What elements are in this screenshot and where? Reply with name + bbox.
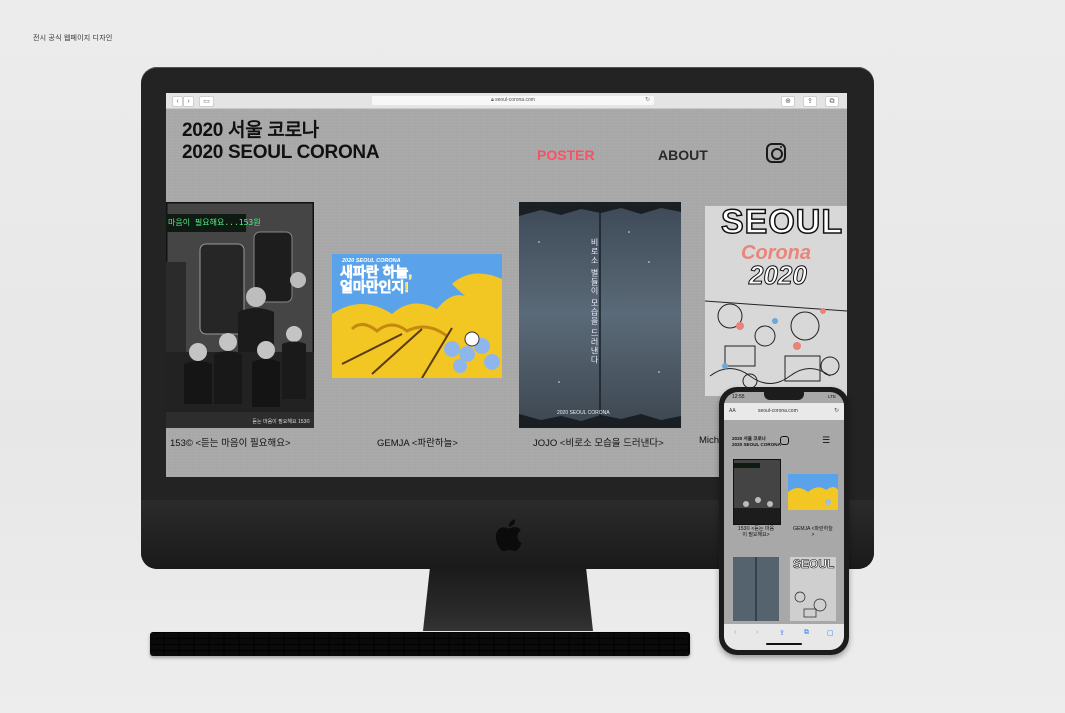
mobile-address-bar[interactable]: AA seoul-corona.com ↻	[724, 403, 844, 420]
site-title[interactable]: 2020 서울 코로나 2020 SEOUL CORONA	[182, 120, 380, 164]
mobile-poster-mich-logo: SEOUL	[793, 557, 835, 571]
poster-mich-logo-1: SEOUL	[720, 206, 844, 242]
poster-153-footer: 듣는 마음이 필요해요 153©	[252, 419, 310, 425]
mobile-poster-jojo[interactable]	[733, 557, 779, 621]
page-caption: 전시 공식 웹페이지 디자인	[33, 35, 113, 42]
poster-caption-jojo[interactable]: JOJO <비로소 모습을 드러낸다>	[533, 435, 664, 449]
mobile-instagram-icon[interactable]	[780, 436, 789, 445]
mobile-bottom-toolbar: ‹ › ⇪ ⧉ ▢	[724, 624, 844, 650]
share-icon[interactable]: ⇪	[803, 96, 817, 107]
address-bar[interactable]: 🔒︎ seoul-corona.com ↻	[372, 96, 654, 105]
poster-mich[interactable]: SEOUL Corona 2020	[705, 206, 847, 396]
reader-aa-button[interactable]: AA	[729, 408, 736, 414]
mobile-poster-mich[interactable]: SEOUL	[790, 557, 836, 621]
poster-gemja-headline: 새파란 하늘, 얼마만인지!	[340, 264, 413, 295]
mobile-poster-gemja[interactable]	[788, 474, 838, 510]
mobile-title-en: 2020 SEOUL CORONA	[732, 442, 781, 447]
poster-mich-logo-3: 2020	[749, 260, 808, 291]
poster-jojo-art	[519, 202, 681, 428]
mobile-caption-153[interactable]: 153© <듣는 마음 이 필요해요>	[730, 526, 782, 538]
iphone-notch	[764, 392, 804, 400]
sidebar-toggle-icon[interactable]: ▭	[199, 96, 214, 107]
poster-153[interactable]: 마음이 필요해요...153원 듣는 마음이 필요해요 153©	[166, 202, 314, 428]
mobile-bookmarks-icon[interactable]: ⧉	[804, 629, 809, 637]
reload-icon[interactable]: ↻	[645, 96, 650, 105]
status-network: LTE	[828, 394, 836, 399]
mobile-url-text: seoul-corona.com	[758, 408, 798, 414]
hamburger-menu-icon[interactable]: ☰	[822, 436, 830, 445]
mobile-back-icon[interactable]: ‹	[734, 629, 736, 636]
mobile-reload-icon[interactable]: ↻	[834, 407, 839, 414]
instagram-icon[interactable]	[766, 143, 786, 163]
nav-poster-link[interactable]: POSTER	[537, 147, 595, 163]
poster-jojo-footer: 2020 SEOUL CORONA	[557, 410, 610, 416]
tabs-icon[interactable]: ⧉	[825, 96, 839, 107]
poster-jojo-vertical-text: 비로소 별들이 모습을 드러낸다	[590, 238, 599, 365]
keyboard	[150, 632, 690, 656]
apple-logo-icon	[495, 519, 522, 552]
iphone: 12:55 LTE AA seoul-corona.com ↻ 2020 서울 …	[719, 387, 849, 655]
poster-jojo[interactable]: 비로소 별들이 모습을 드러낸다 2020 SEOUL CORONA	[519, 202, 681, 428]
mobile-caption-gemja[interactable]: GEMJA <파란하늘 >	[786, 526, 840, 538]
browser-toolbar: ‹ › ▭ 🔒︎ seoul-corona.com ↻ ⊕ ⇪ ⧉	[166, 93, 847, 109]
url-text: seoul-corona.com	[495, 97, 535, 103]
poster-gemja[interactable]: 2020 SEOUL CORONA 새파란 하늘, 얼마만인지!	[332, 254, 502, 378]
status-time: 12:55	[732, 394, 745, 400]
poster-caption-gemja[interactable]: GEMJA <파란하늘>	[377, 435, 458, 449]
mobile-site-title[interactable]: 2020 서울 코로나 2020 SEOUL CORONA	[732, 436, 781, 448]
download-icon[interactable]: ⊕	[781, 96, 795, 107]
mobile-forward-icon[interactable]: ›	[756, 629, 758, 636]
poster-153-art	[166, 202, 314, 428]
poster-caption-mich[interactable]: Mich	[699, 435, 719, 446]
mobile-poster-153[interactable]	[733, 459, 781, 525]
iphone-screen: 12:55 LTE AA seoul-corona.com ↻ 2020 서울 …	[724, 392, 844, 650]
nav-about-link[interactable]: ABOUT	[658, 147, 708, 163]
back-button[interactable]: ‹	[172, 96, 183, 107]
poster-153-sign: 마음이 필요해요...153원	[168, 218, 261, 227]
site-title-ko: 2020 서울 코로나	[182, 120, 319, 141]
poster-caption-153[interactable]: 153© <듣는 마음이 필요해요>	[170, 435, 291, 449]
imac-stand	[423, 569, 593, 631]
mobile-tabs-icon[interactable]: ▢	[827, 629, 834, 637]
mobile-share-icon[interactable]: ⇪	[779, 629, 785, 637]
forward-button[interactable]: ›	[183, 96, 194, 107]
site-title-en: 2020 SEOUL CORONA	[182, 142, 380, 163]
home-indicator	[766, 643, 802, 645]
